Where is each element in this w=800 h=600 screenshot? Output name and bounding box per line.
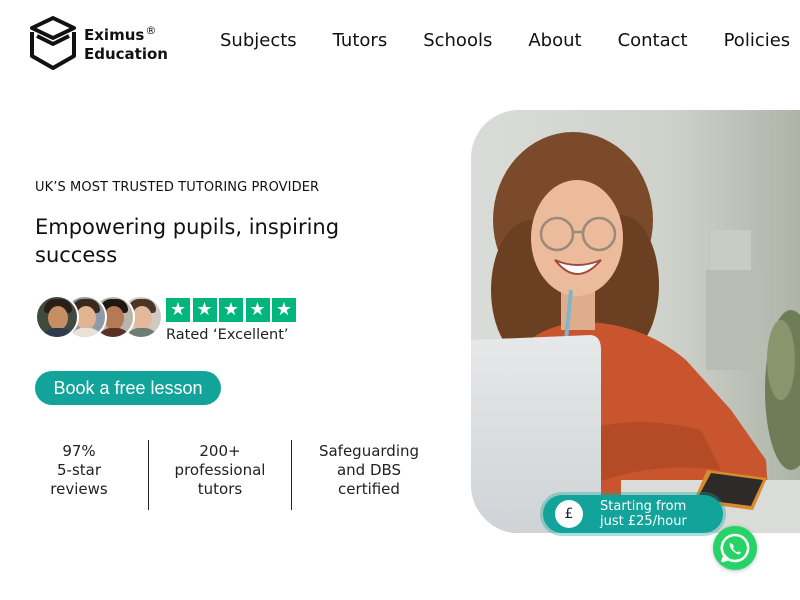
nav-item-contact[interactable]: Contact — [618, 30, 688, 51]
avatar — [35, 295, 79, 339]
hero-photo — [471, 110, 800, 533]
brand-logo[interactable]: Eximus® Education — [28, 14, 168, 70]
price-badge-line2: just £25/hour — [600, 514, 687, 529]
star-icon: ★ — [166, 298, 190, 322]
whatsapp-icon — [720, 533, 750, 563]
nav-item-tutors[interactable]: Tutors — [333, 30, 388, 51]
stats-row: 97% 5-star reviews 200+ professional tut… — [35, 440, 435, 512]
trustpilot-stars: ★ ★ ★ ★ ★ — [166, 298, 299, 322]
pound-icon: £ — [555, 500, 583, 528]
main-nav: Subjects Tutors Schools About Contact Po… — [220, 30, 790, 51]
stat-divider — [291, 440, 292, 510]
hero-headline: Empowering pupils, inspiring success — [35, 215, 340, 267]
nav-item-policies[interactable]: Policies — [724, 30, 791, 51]
price-badge-line1: Starting from — [600, 499, 687, 514]
rating-label: Rated ‘Excellent’ — [166, 327, 289, 343]
nav-item-schools[interactable]: Schools — [423, 30, 492, 51]
star-icon: ★ — [272, 298, 296, 322]
brand-name-line2: Education — [84, 44, 168, 63]
star-icon: ★ — [192, 298, 217, 322]
student-avatars — [35, 295, 165, 341]
stat-safeguarding: Safeguarding and DBS certified — [318, 442, 420, 498]
open-box-logo-icon — [30, 16, 76, 70]
nav-item-subjects[interactable]: Subjects — [220, 30, 297, 51]
stat-divider — [148, 440, 149, 510]
brand-name-line1: Eximus — [84, 25, 145, 44]
whatsapp-button[interactable] — [713, 526, 757, 570]
stat-tutors: 200+ professional tutors — [174, 442, 266, 498]
star-icon: ★ — [219, 298, 243, 322]
stat-reviews: 97% 5-star reviews — [50, 442, 108, 498]
hero-eyebrow: UK’S MOST TRUSTED TUTORING PROVIDER — [35, 180, 320, 195]
price-badge: £ Starting from just £25/hour — [543, 495, 723, 533]
book-free-lesson-button[interactable]: Book a free lesson — [35, 371, 221, 405]
registered-mark: ® — [145, 23, 157, 37]
star-icon: ★ — [245, 298, 270, 322]
nav-item-about[interactable]: About — [528, 30, 581, 51]
